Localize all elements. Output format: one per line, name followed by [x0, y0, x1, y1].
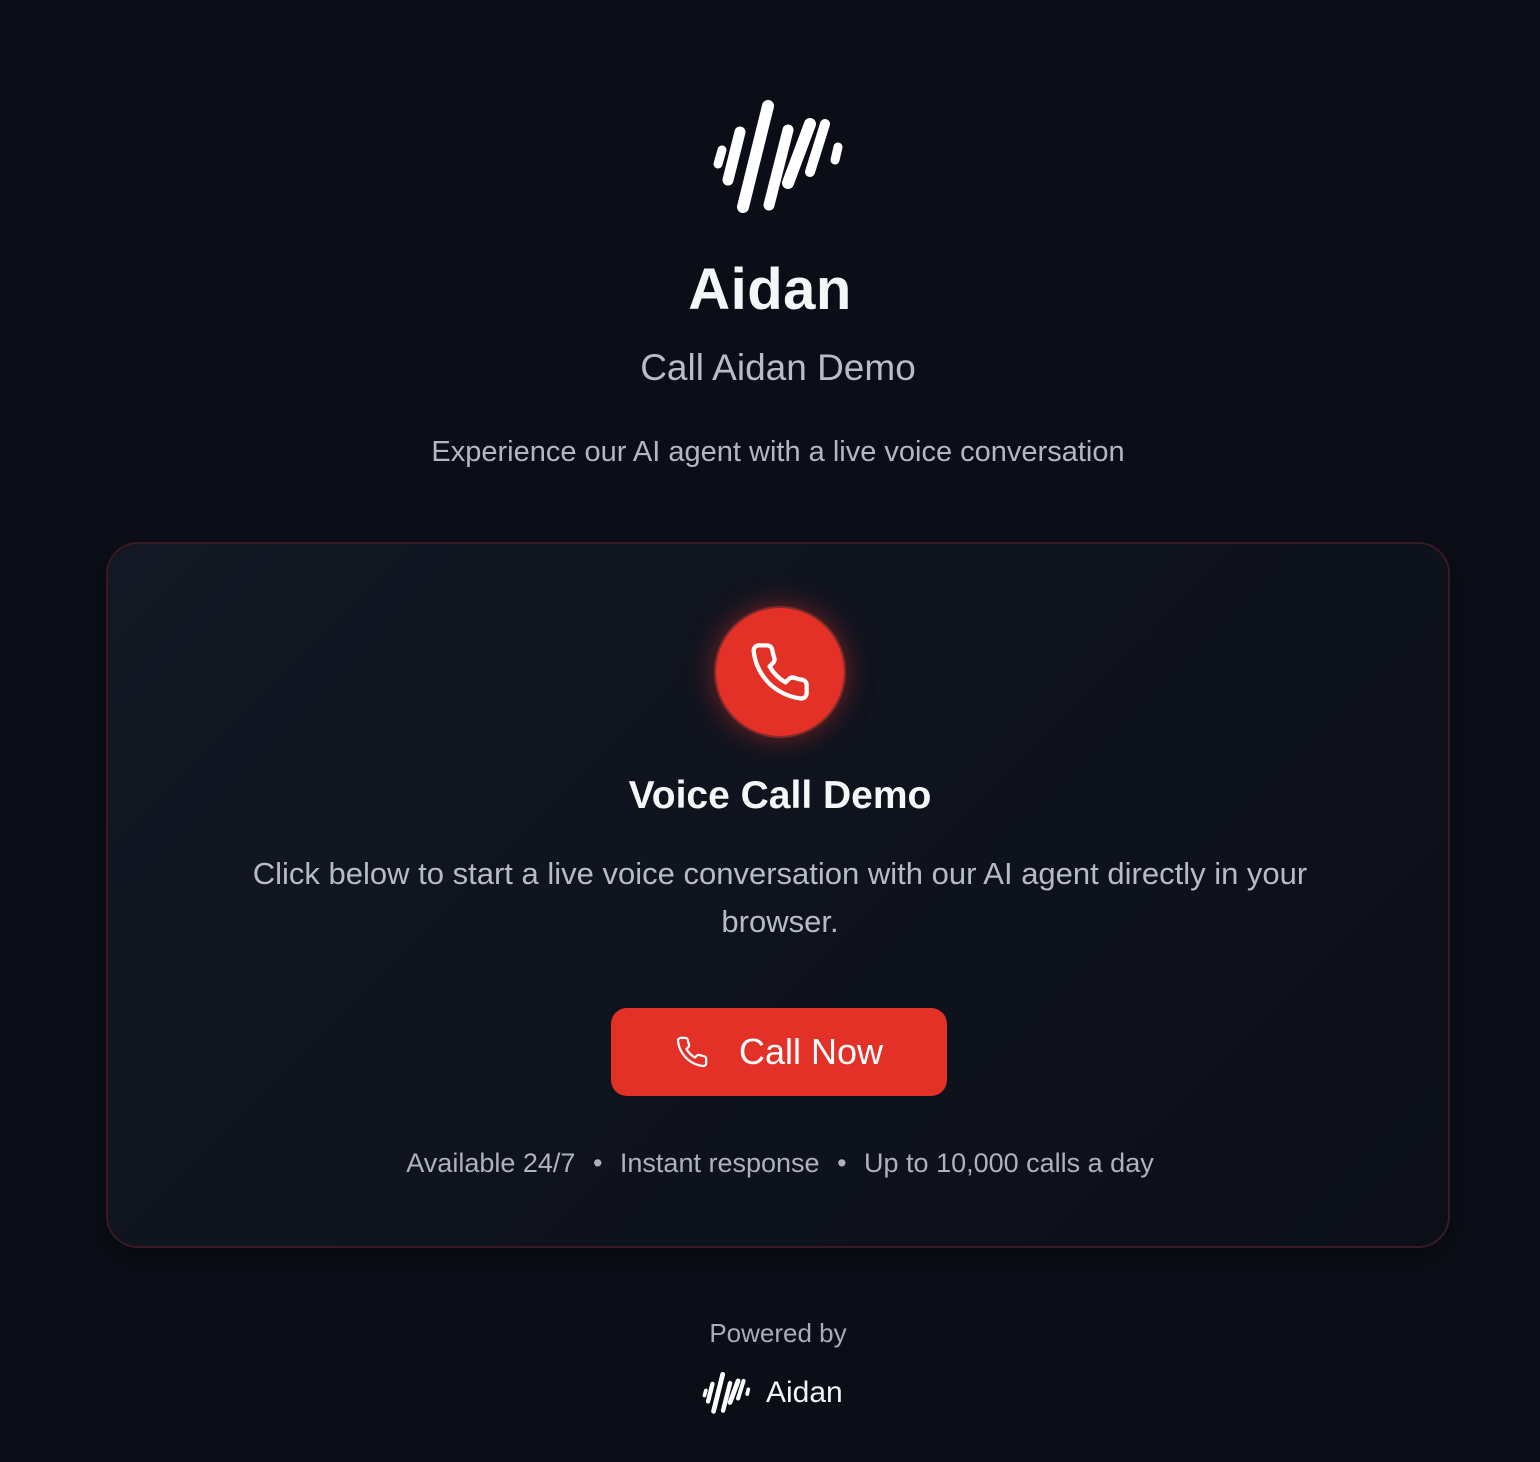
voice-call-card: Voice Call Demo Click below to start a l…	[106, 542, 1450, 1248]
footer-brand-name: Aidan	[766, 1376, 843, 1409]
sound-wave-logo-icon	[713, 100, 843, 213]
card-description: Click below to start a live voice conver…	[252, 856, 1308, 939]
footer-brand[interactable]: Aidan	[700, 1366, 843, 1420]
feature-item: Up to 10,000 calls a day	[864, 1148, 1154, 1178]
call-now-button[interactable]: Call Now	[611, 1008, 947, 1096]
call-now-label: Call Now	[738, 1031, 884, 1072]
feature-separator: •	[837, 1148, 847, 1178]
feature-list: Available 24/7 • Instant response • Up t…	[108, 1148, 1452, 1179]
phone-icon	[751, 643, 809, 701]
brand-subtitle: Call Aidan Demo	[640, 347, 916, 388]
brand-tagline: Experience our AI agent with a live voic…	[431, 436, 1125, 468]
powered-by-label: Powered by	[709, 1318, 847, 1348]
feature-item: Available 24/7	[406, 1148, 576, 1178]
phone-icon-badge	[716, 608, 844, 736]
brand-title: Aidan	[688, 257, 852, 322]
demo-page: Aidan Call Aidan Demo Experience our AI …	[0, 0, 1540, 1462]
card-title: Voice Call Demo	[628, 774, 932, 817]
phone-icon	[676, 1036, 708, 1068]
feature-item: Instant response	[619, 1148, 820, 1178]
feature-separator: •	[592, 1148, 603, 1178]
sound-wave-logo-icon	[702, 1371, 751, 1414]
